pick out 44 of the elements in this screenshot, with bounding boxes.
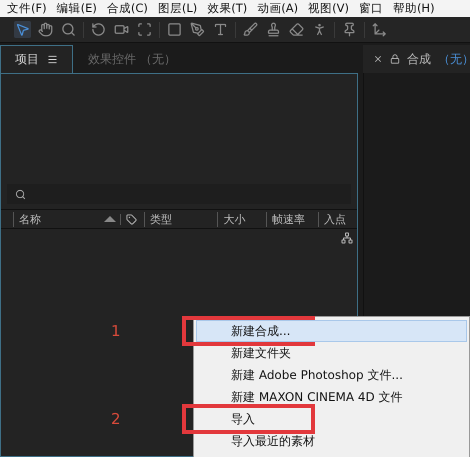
step-number: 2 bbox=[111, 410, 121, 428]
menu-item[interactable]: 窗口 bbox=[356, 1, 390, 16]
context-menu-item[interactable]: 新建文件夹 bbox=[196, 342, 467, 364]
hierarchy-icon[interactable] bbox=[341, 232, 353, 244]
sort-caret-icon bbox=[104, 216, 116, 222]
search-icon bbox=[15, 188, 26, 200]
rectangle-icon[interactable] bbox=[166, 21, 183, 38]
menu-item[interactable]: 视图(V) bbox=[305, 1, 356, 16]
lock-icon[interactable] bbox=[390, 54, 400, 64]
menu-icon[interactable] bbox=[47, 54, 58, 65]
panel-tab[interactable]: 合成 bbox=[407, 50, 431, 68]
selection-arrow-icon[interactable] bbox=[14, 21, 31, 38]
axis-icon[interactable] bbox=[371, 21, 388, 38]
column-header[interactable]: 入点 bbox=[318, 212, 357, 226]
pen-icon[interactable] bbox=[189, 21, 206, 38]
column-header[interactable]: 帧速率 bbox=[266, 212, 318, 226]
step-number: 1 bbox=[111, 322, 121, 340]
menu-item[interactable]: 合成(C) bbox=[104, 1, 155, 16]
context-menu-item[interactable]: 导入最近的素材 bbox=[196, 430, 467, 452]
eraser-icon[interactable] bbox=[288, 21, 305, 38]
context-menu-item[interactable]: 新建 MAXON CINEMA 4D 文件 bbox=[196, 386, 467, 408]
panel-tab[interactable]: 项目 bbox=[0, 45, 73, 73]
rotate-icon[interactable] bbox=[90, 21, 107, 38]
text-tool-icon[interactable] bbox=[212, 21, 229, 38]
menu-item[interactable]: 图层(L) bbox=[154, 1, 204, 16]
tag-icon bbox=[126, 214, 138, 224]
context-menu-item[interactable]: 导入 bbox=[196, 408, 467, 430]
context-menu-item[interactable]: 新建 Adobe Photoshop 文件... bbox=[196, 364, 467, 386]
column-header[interactable]: 大小 bbox=[217, 212, 266, 226]
context-menu-item[interactable]: 新建合成... bbox=[196, 320, 467, 342]
stamp-icon[interactable] bbox=[265, 21, 282, 38]
brush-icon[interactable] bbox=[242, 21, 259, 38]
menu-item[interactable]: 文件(F) bbox=[4, 1, 54, 16]
column-header[interactable]: 名称 bbox=[13, 212, 120, 226]
close-icon[interactable] bbox=[373, 54, 383, 64]
search-field[interactable] bbox=[7, 184, 351, 204]
menu-item[interactable]: 编辑(E) bbox=[54, 1, 104, 16]
menu-item[interactable]: 效果(T) bbox=[204, 1, 254, 16]
menu-item[interactable]: 动画(A) bbox=[254, 1, 306, 16]
column-header[interactable]: 类型 bbox=[144, 212, 218, 226]
menu-item[interactable]: 帮助(H) bbox=[390, 1, 442, 16]
hand-icon[interactable] bbox=[37, 21, 54, 38]
tab-subtitle: （无） bbox=[438, 50, 470, 68]
zoom-icon[interactable] bbox=[60, 21, 77, 38]
